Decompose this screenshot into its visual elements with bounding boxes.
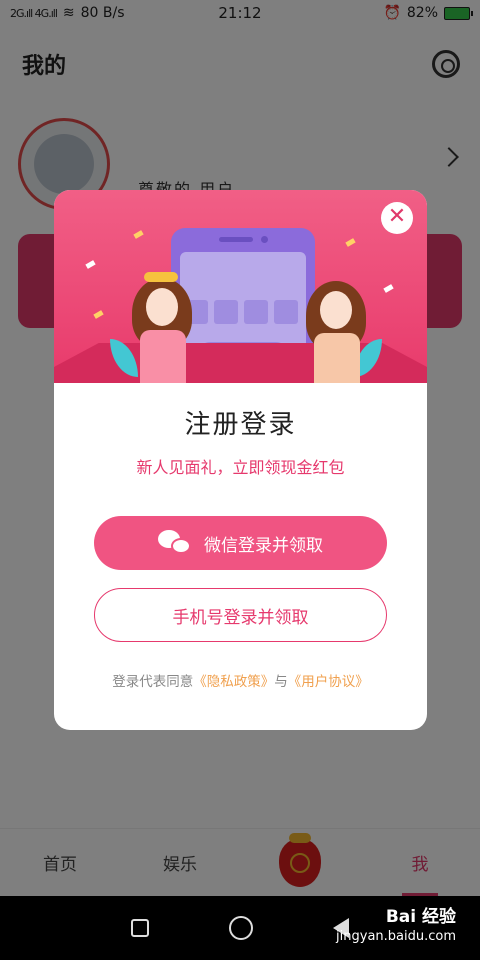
confetti-decoration	[133, 230, 144, 239]
agreement-prefix: 登录代表同意	[112, 674, 194, 690]
confetti-decoration	[93, 310, 104, 319]
wechat-login-label: 微信登录并领取	[204, 535, 323, 556]
modal-subtitle: 新人见面礼，立即领现金红包	[136, 458, 345, 477]
phone-login-button[interactable]: 手机号登录并领取	[94, 588, 387, 642]
agreement-conjunction: 与	[274, 674, 288, 690]
close-icon[interactable]: ✕	[381, 202, 413, 234]
girl-illustration	[300, 281, 370, 383]
agreement-text: 登录代表同意《隐私政策》与《用户协议》	[54, 670, 427, 690]
confetti-decoration	[383, 284, 394, 293]
home-icon[interactable]	[229, 916, 253, 940]
watermark-brand: Bai 经验	[385, 907, 456, 927]
confetti-decoration	[345, 238, 356, 247]
watermark-url: jingyan.baidu.com	[336, 929, 456, 944]
modal-illustration: 登录 ✕	[54, 190, 427, 383]
modal-title: 注册登录	[184, 410, 297, 440]
system-nav-bar: Bai 经验 jingyan.baidu.com	[0, 896, 480, 960]
login-modal: 登录 ✕ 注册登录 新人见面礼，立即领现金红包 微信登录并领取 手机号登录并领取…	[54, 190, 427, 730]
confetti-decoration	[85, 260, 96, 269]
recent-apps-icon[interactable]	[131, 919, 149, 937]
girl-illustration	[126, 272, 202, 383]
wechat-login-button[interactable]: 微信登录并领取	[94, 516, 387, 570]
phone-login-label: 手机号登录并领取	[172, 607, 309, 628]
watermark: Bai 经验 jingyan.baidu.com	[336, 908, 456, 946]
privacy-policy-link[interactable]: 《隐私政策》	[193, 674, 274, 690]
wechat-icon	[158, 530, 192, 556]
user-agreement-link[interactable]: 《用户协议》	[288, 674, 369, 690]
